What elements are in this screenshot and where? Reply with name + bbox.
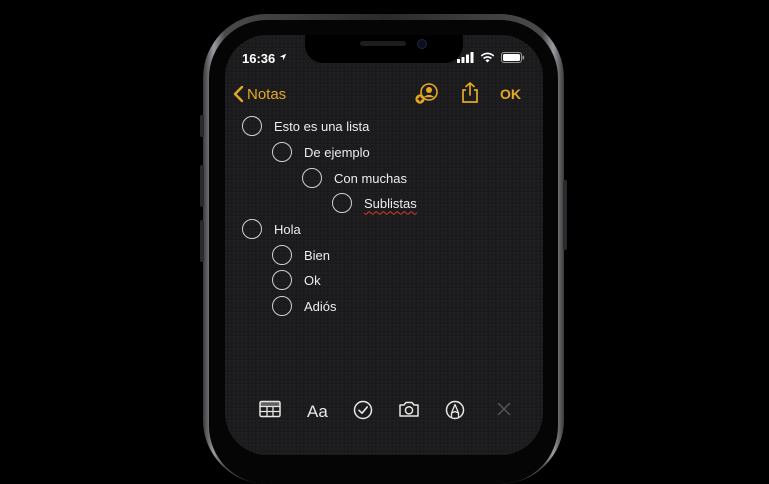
status-icons bbox=[457, 52, 525, 63]
volume-up-button bbox=[200, 165, 204, 207]
location-arrow-icon bbox=[279, 53, 287, 61]
notes-screen: 16:36 Notas OK Esto es una lista De ejem… bbox=[225, 35, 543, 455]
back-button[interactable]: Notas bbox=[233, 85, 286, 103]
list-item-text[interactable]: Hola bbox=[274, 222, 301, 237]
checkbox-circle[interactable] bbox=[272, 142, 292, 162]
list-item-text[interactable]: Sublistas bbox=[364, 196, 417, 211]
format-text-button[interactable]: Aa bbox=[307, 402, 328, 422]
close-icon[interactable] bbox=[497, 402, 511, 416]
list-item-text[interactable]: Esto es una lista bbox=[274, 119, 369, 134]
chevron-left-icon bbox=[233, 85, 244, 103]
checkbox-circle[interactable] bbox=[272, 296, 292, 316]
checkbox-circle[interactable] bbox=[242, 116, 262, 136]
add-person-icon[interactable] bbox=[415, 83, 439, 105]
table-icon[interactable] bbox=[259, 400, 281, 418]
list-item-text[interactable]: Adiós bbox=[304, 299, 337, 314]
checkbox-circle[interactable] bbox=[332, 193, 352, 213]
list-item: Con muchas bbox=[302, 168, 407, 188]
checkbox-circle[interactable] bbox=[272, 245, 292, 265]
checkbox-circle[interactable] bbox=[272, 270, 292, 290]
volume-down-button bbox=[200, 220, 204, 262]
power-button bbox=[563, 180, 567, 250]
done-button[interactable]: OK bbox=[500, 86, 521, 102]
camera-icon[interactable] bbox=[398, 400, 420, 418]
front-camera bbox=[417, 39, 427, 49]
list-item: Esto es una lista bbox=[242, 116, 369, 136]
list-item: De ejemplo bbox=[272, 142, 370, 162]
markup-pen-icon[interactable] bbox=[445, 400, 465, 420]
list-item-text[interactable]: Ok bbox=[304, 273, 321, 288]
cellular-signal-icon bbox=[457, 52, 474, 63]
list-item-text[interactable]: Bien bbox=[304, 248, 330, 263]
checkbox-circle[interactable] bbox=[302, 168, 322, 188]
checkbox-circle[interactable] bbox=[242, 219, 262, 239]
status-time: 16:36 bbox=[242, 51, 276, 66]
list-item-text[interactable]: Con muchas bbox=[334, 171, 407, 186]
list-item: Bien bbox=[272, 245, 330, 265]
list-item: Sublistas bbox=[332, 193, 417, 213]
checklist-icon[interactable] bbox=[353, 400, 373, 420]
battery-icon bbox=[501, 52, 525, 63]
mute-switch bbox=[200, 115, 204, 137]
wifi-icon bbox=[480, 52, 495, 63]
list-item: Hola bbox=[242, 219, 301, 239]
list-item-text[interactable]: De ejemplo bbox=[304, 145, 370, 160]
list-item: Adiós bbox=[272, 296, 337, 316]
share-icon[interactable] bbox=[461, 82, 479, 104]
list-item: Ok bbox=[272, 270, 321, 290]
speaker-grille bbox=[360, 41, 406, 46]
notch bbox=[305, 35, 463, 63]
back-label: Notas bbox=[247, 85, 287, 103]
